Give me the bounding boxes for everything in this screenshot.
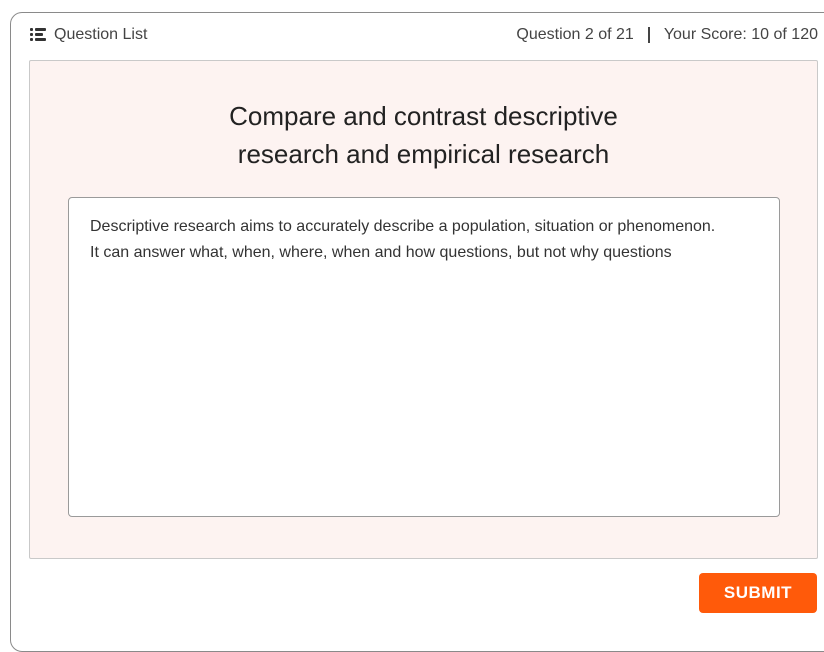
status-divider	[647, 27, 650, 43]
question-progress: Question 2 of 21	[516, 26, 634, 43]
submit-button[interactable]: SUBMIT	[699, 573, 817, 613]
question-list-button[interactable]: Question List	[30, 26, 147, 44]
question-title: Compare and contrast descriptive researc…	[30, 97, 817, 173]
question-panel: Compare and contrast descriptive researc…	[29, 60, 818, 559]
answer-textarea[interactable]: Descriptive research aims to accurately …	[68, 197, 780, 517]
score-text: Your Score: 10 of 120	[663, 26, 818, 43]
quiz-header: Question List Question 2 of 21 Your Scor…	[30, 24, 818, 50]
question-list-label: Question List	[54, 26, 148, 43]
answer-text-line-1: Descriptive research aims to accurately …	[90, 218, 716, 235]
question-title-line-2: research and empirical research	[237, 139, 610, 169]
question-title-line-1: Compare and contrast descriptive	[229, 101, 618, 131]
list-icon	[30, 28, 46, 42]
quiz-status: Question 2 of 21 Your Score: 10 of 120	[516, 26, 818, 44]
answer-text-line-2: It can answer what, when, where, when an…	[90, 244, 672, 261]
